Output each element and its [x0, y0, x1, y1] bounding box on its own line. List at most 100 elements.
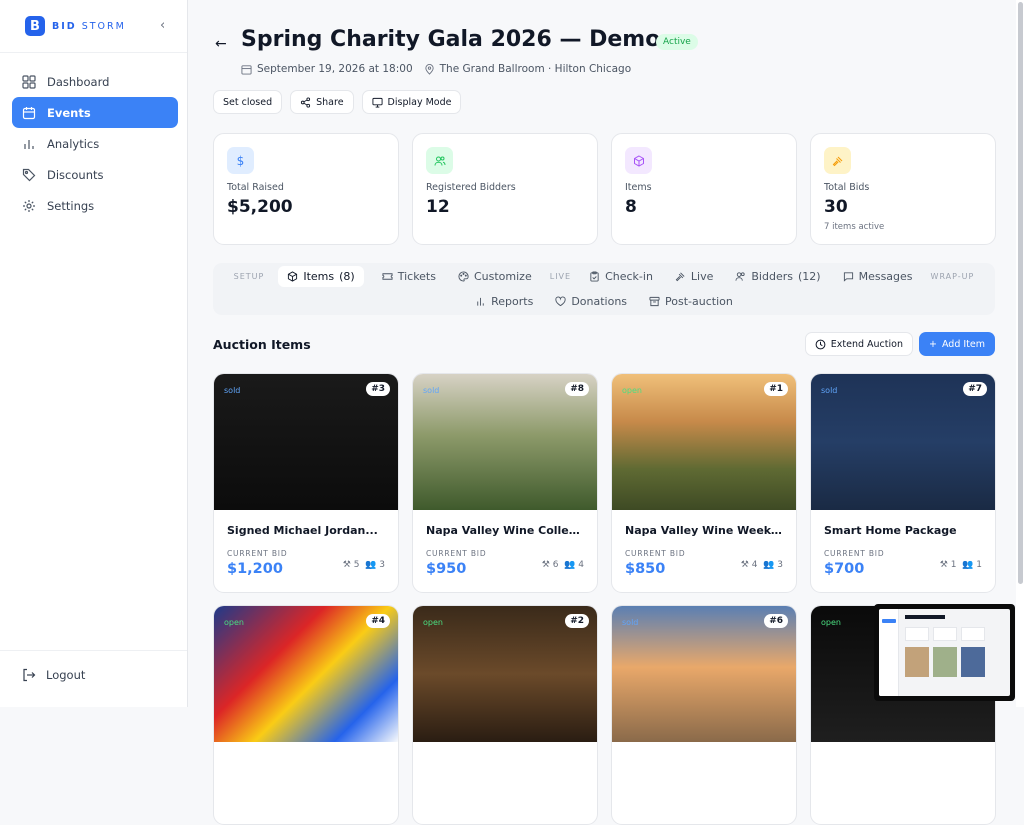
sidebar-item-label: Settings	[47, 198, 95, 213]
auction-item-card[interactable]: sold #8 Napa Valley Wine Collection CURRENT…	[412, 373, 598, 593]
sidebar-item-settings[interactable]: Settings	[12, 190, 178, 221]
display-preview-thumbnail[interactable]	[874, 604, 1015, 701]
tab-post-auction[interactable]: Post-auction	[645, 291, 737, 312]
gavel-icon: ⚒	[939, 560, 948, 570]
auction-item-card[interactable]: sold #3 Signed Michael Jordan... CURRENT BI…	[213, 373, 399, 593]
logout-button[interactable]: Logout	[22, 668, 85, 682]
sidebar-item-events[interactable]: Events	[12, 97, 178, 128]
logout-icon	[23, 668, 36, 682]
tab-check-in[interactable]: Check-in	[585, 266, 657, 287]
auction-item-card[interactable]: open #2	[412, 605, 598, 825]
tab-group-setup: SETUP	[233, 272, 265, 281]
display-mode-button[interactable]: Display Mode	[361, 90, 462, 114]
bidder-count: 4	[578, 560, 584, 570]
gavel-icon	[675, 272, 685, 282]
current-bid-label: CURRENT BID	[824, 549, 885, 558]
tag-icon	[22, 168, 36, 181]
bidder-count: 3	[379, 560, 385, 570]
bid-count: 1	[950, 560, 957, 570]
plus-icon: +	[928, 338, 937, 350]
set-closed-label: Set closed	[223, 96, 273, 108]
bidder-count: 1	[976, 560, 982, 570]
users-icon: 👥	[365, 560, 377, 570]
item-status: sold	[622, 618, 639, 627]
item-status: open	[224, 618, 244, 627]
item-number: #4	[366, 614, 390, 628]
item-status: open	[821, 618, 841, 627]
main-content: ← Spring Charity Gala 2026 — Demo Active…	[188, 0, 1024, 825]
item-image: sold #8	[413, 374, 597, 510]
tab-label: Reports	[491, 295, 534, 308]
tab-bidders[interactable]: Bidders (12)	[731, 266, 824, 287]
dollar-icon: $	[227, 147, 254, 174]
tab-label: Bidders	[751, 270, 793, 283]
users-icon: 👥	[763, 560, 775, 570]
gavel-icon	[824, 147, 851, 174]
tab-live[interactable]: Live	[671, 266, 717, 287]
auction-item-card[interactable]: sold #6	[611, 605, 797, 825]
monitor-icon	[372, 97, 383, 108]
stat-card-items: Items 8	[611, 133, 797, 245]
back-arrow-icon[interactable]: ←	[215, 36, 227, 52]
users-icon	[426, 147, 453, 174]
collapse-sidebar-icon[interactable]: ‹	[160, 18, 165, 33]
sidebar-item-discounts[interactable]: Discounts	[12, 159, 178, 190]
item-counts: ⚒ 5 👥 3	[343, 560, 385, 570]
sidebar-item-label: Analytics	[47, 136, 100, 151]
event-meta: September 19, 2026 at 18:00 The Grand Ba…	[241, 63, 631, 75]
sidebar-item-dashboard[interactable]: Dashboard	[12, 66, 178, 97]
item-price: $700	[824, 561, 865, 577]
auction-item-card[interactable]: open #4	[213, 605, 399, 825]
bar-chart-icon	[477, 297, 484, 306]
item-counts: ⚒ 6 👥 4	[542, 560, 584, 570]
auction-items-title: Auction Items	[213, 337, 311, 352]
scrollbar-thumb[interactable]	[1018, 2, 1023, 584]
archive-icon	[649, 296, 660, 307]
item-name: Napa Valley Wine Collection	[426, 524, 586, 537]
brand[interactable]: B BID STORM	[0, 0, 187, 53]
item-name: Napa Valley Wine Weekend	[625, 524, 785, 537]
tab-label: Items	[303, 270, 335, 283]
add-item-label: Add Item	[941, 338, 985, 350]
tab-label: Live	[690, 270, 714, 283]
stat-card-registered-bidders: Registered Bidders 12	[412, 133, 598, 245]
current-bid-label: CURRENT BID	[625, 549, 686, 558]
tab-items[interactable]: Items (8)	[278, 266, 364, 287]
status-badge: Active	[656, 34, 698, 50]
stat-label: Total Raised	[227, 182, 284, 193]
add-item-button[interactable]: + Add Item	[918, 332, 995, 356]
item-counts: ⚒ 4 👥 3	[741, 560, 783, 570]
gavel-icon: ⚒	[342, 560, 351, 570]
tab-label: Donations	[571, 295, 628, 308]
set-closed-button[interactable]: Set closed	[213, 90, 283, 114]
tab-tickets[interactable]: Tickets	[378, 266, 440, 287]
tab-count: (8)	[339, 270, 355, 283]
item-price: $850	[625, 561, 666, 577]
auction-item-card[interactable]: sold #7 Smart Home Package CURRENT BID $700 ⚒…	[810, 373, 996, 593]
current-bid-label: CURRENT BID	[426, 549, 487, 558]
event-venue: The Grand Ballroom · Hilton Chicago	[439, 63, 632, 75]
item-status: sold	[224, 386, 241, 395]
preview-screen	[879, 609, 1010, 696]
item-number: #6	[764, 614, 788, 628]
tab-donations[interactable]: Donations	[551, 291, 631, 312]
event-date: September 19, 2026 at 18:00	[257, 63, 413, 75]
tab-messages[interactable]: Messages	[839, 266, 917, 287]
tab-reports[interactable]: Reports	[471, 291, 537, 312]
share-button[interactable]: Share	[290, 90, 354, 114]
extend-auction-label: Extend Auction	[830, 338, 903, 350]
calendar-icon	[241, 64, 252, 75]
stat-value: 8	[625, 197, 637, 217]
message-icon	[843, 272, 853, 282]
tab-group-live: LIVE	[549, 272, 572, 281]
sidebar-item-analytics[interactable]: Analytics	[12, 128, 178, 159]
auction-item-card[interactable]: open #1 Napa Valley Wine Weekend CURRENT BI…	[611, 373, 797, 593]
extend-auction-button[interactable]: Extend Auction	[804, 332, 913, 356]
box-icon	[288, 271, 298, 282]
item-number: #3	[366, 382, 390, 396]
gavel-icon: ⚒	[740, 560, 749, 570]
sidebar-divider	[0, 650, 187, 651]
item-image: sold #3	[214, 374, 398, 510]
tab-customize[interactable]: Customize	[454, 266, 536, 287]
item-price: $1,200	[227, 561, 283, 577]
